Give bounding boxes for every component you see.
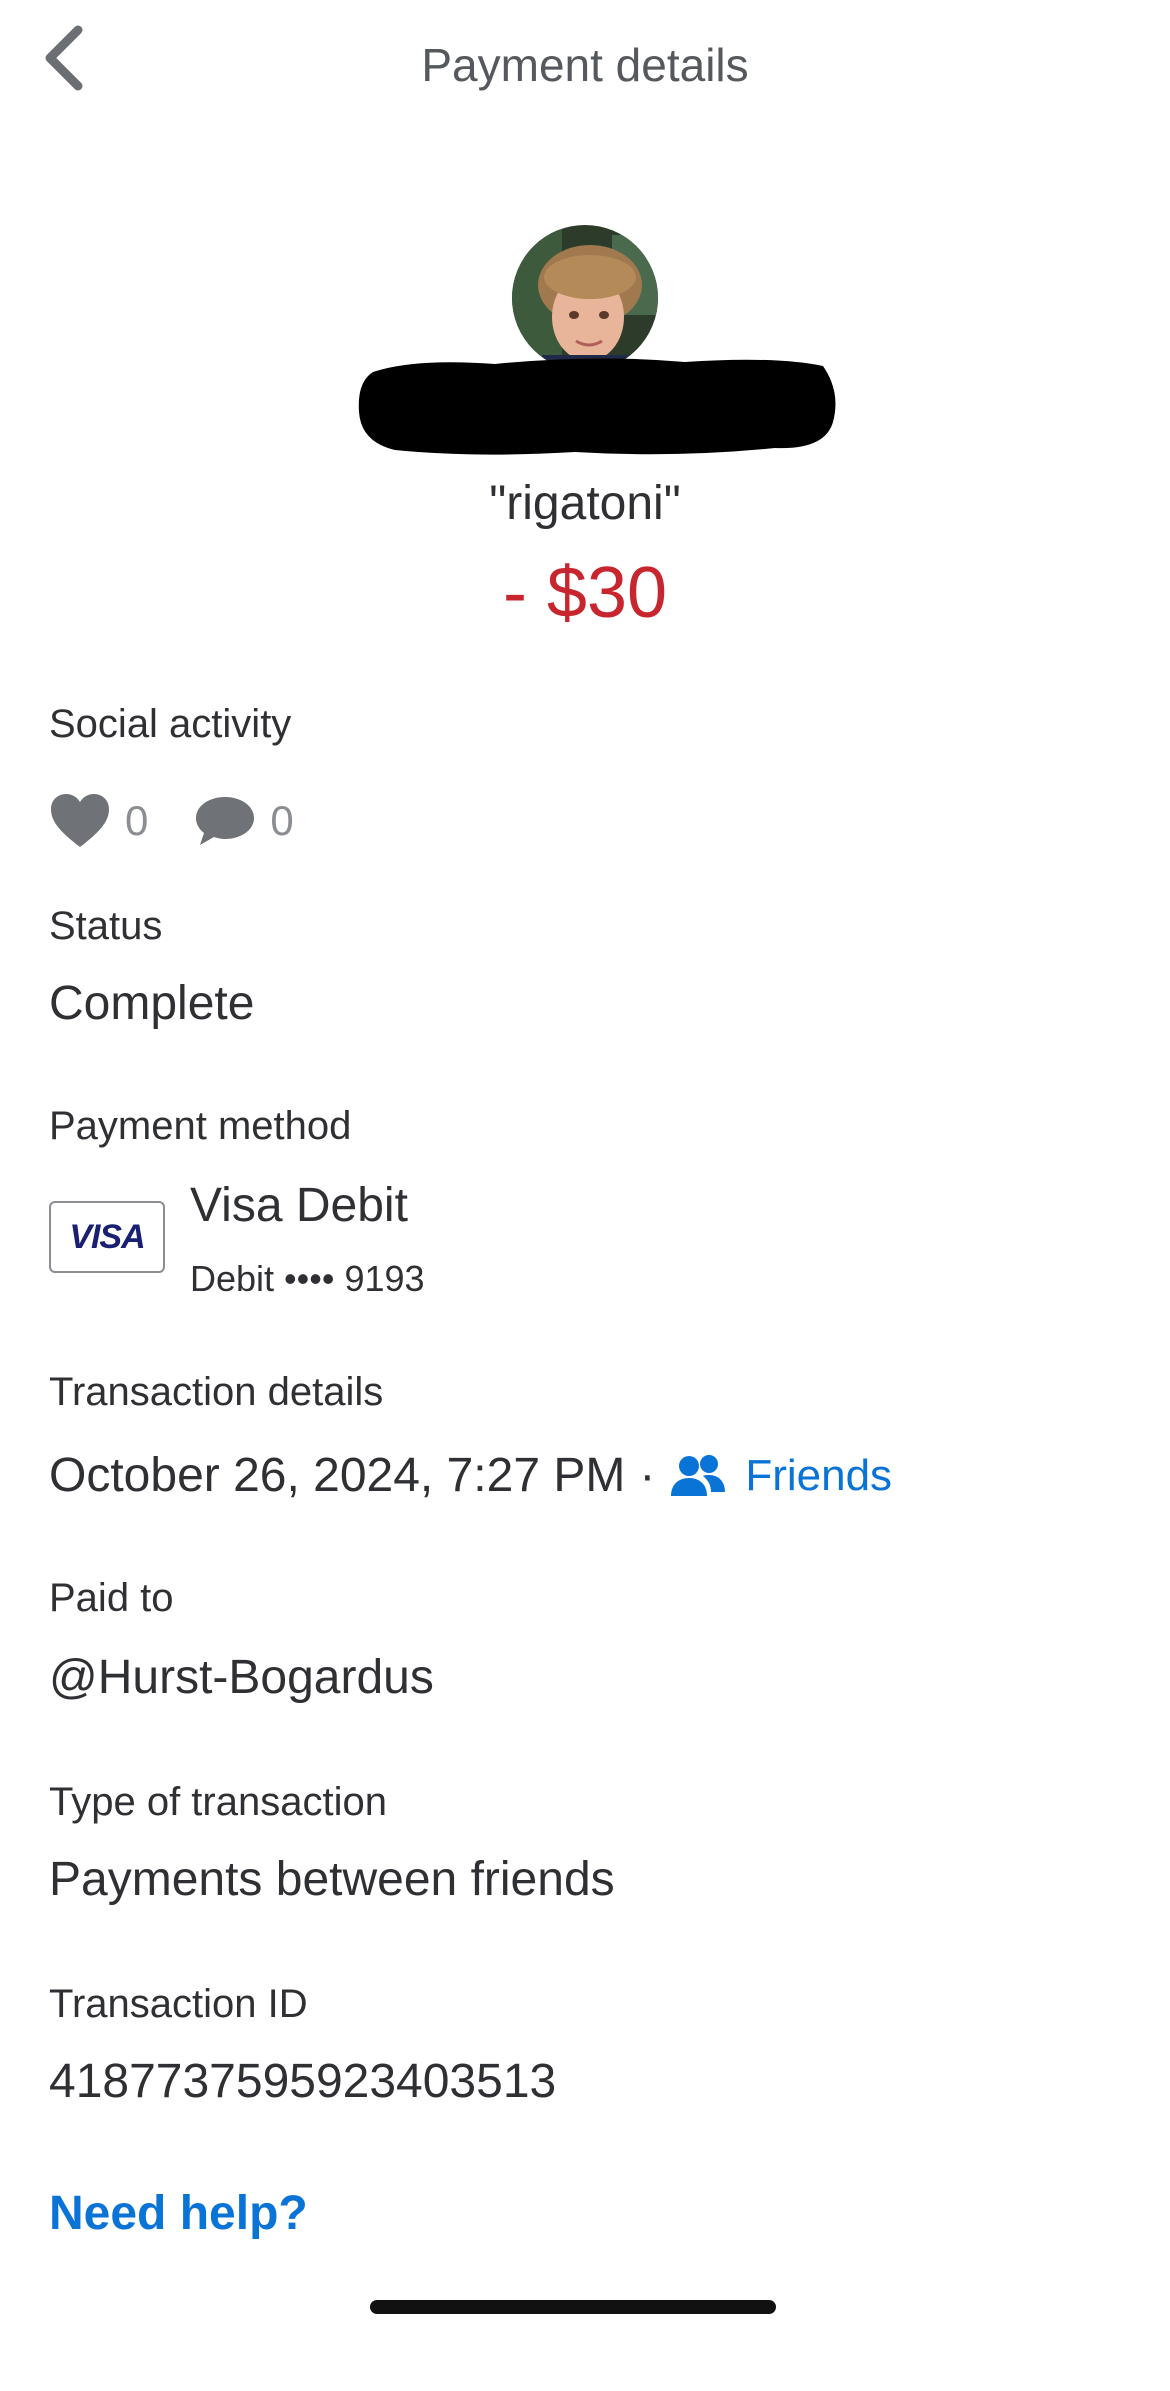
separator: · bbox=[639, 1449, 656, 1502]
transaction-details-label: Transaction details bbox=[49, 1370, 384, 1414]
comment-icon bbox=[196, 797, 255, 845]
likes-count: 0 bbox=[125, 797, 149, 844]
friends-icon bbox=[671, 1454, 726, 1496]
like-button[interactable]: 0 bbox=[49, 793, 148, 849]
avatar[interactable] bbox=[512, 225, 658, 371]
header: Payment details bbox=[0, 0, 1170, 140]
heart-icon bbox=[51, 794, 109, 847]
paid-to-value[interactable]: @Hurst-Bogardus bbox=[49, 1650, 434, 1705]
home-indicator[interactable] bbox=[370, 2300, 776, 2314]
status-value: Complete bbox=[49, 977, 255, 1030]
payment-method-label: Payment method bbox=[49, 1104, 352, 1148]
transaction-type-label: Type of transaction bbox=[49, 1780, 387, 1824]
payment-amount: - $30 bbox=[502, 553, 668, 633]
page-title: Payment details bbox=[421, 39, 749, 91]
social-activity-row: 0 0 bbox=[49, 786, 294, 856]
audience-label: Friends bbox=[745, 1450, 893, 1500]
transaction-type-value: Payments between friends bbox=[49, 1853, 615, 1906]
social-activity-label: Social activity bbox=[49, 702, 292, 746]
payment-note: "rigatoni" bbox=[489, 477, 681, 530]
status-label: Status bbox=[49, 904, 163, 948]
comments-count: 0 bbox=[270, 797, 294, 844]
paid-to-label: Paid to bbox=[49, 1576, 174, 1620]
transaction-details-row: October 26, 2024, 7:27 PM · Friends bbox=[49, 1448, 892, 1503]
transaction-id-label: Transaction ID bbox=[49, 1982, 308, 2026]
need-help-link[interactable]: Need help? bbox=[49, 2186, 308, 2241]
redaction-mark bbox=[355, 352, 841, 462]
transaction-id-value: 4187737595923403513 bbox=[49, 2055, 557, 2108]
audience-indicator[interactable]: Friends bbox=[669, 1451, 892, 1501]
visa-card-icon: VISA bbox=[49, 1201, 165, 1273]
comment-button[interactable]: 0 bbox=[194, 795, 294, 847]
payment-method-name: Visa Debit bbox=[190, 1179, 408, 1232]
payment-method-detail: Debit •••• 9193 bbox=[190, 1258, 425, 1299]
transaction-datetime: October 26, 2024, 7:27 PM bbox=[49, 1449, 626, 1502]
